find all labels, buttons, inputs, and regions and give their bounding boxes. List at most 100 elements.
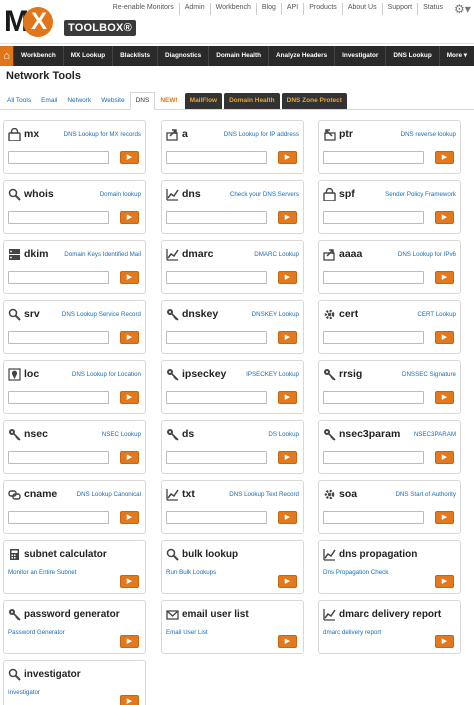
tool-name[interactable]: rrsig (339, 368, 362, 381)
tool-description-link[interactable]: DNS Start of Authority (395, 490, 456, 499)
go-button[interactable]: ▶ (278, 391, 297, 404)
go-button[interactable]: ▶ (435, 511, 454, 524)
top-link-re-enable-monitors[interactable]: Re-enable Monitors (108, 3, 179, 15)
top-link-status[interactable]: Status (417, 3, 448, 15)
dns-input[interactable] (166, 211, 267, 224)
tool-name[interactable]: txt (182, 488, 195, 501)
go-button[interactable]: ▶ (120, 575, 139, 588)
tool-name[interactable]: dnskey (182, 308, 218, 321)
go-button[interactable]: ▶ (435, 451, 454, 464)
go-button[interactable]: ▶ (278, 331, 297, 344)
top-link-workbench[interactable]: Workbench (209, 3, 256, 15)
go-button[interactable]: ▶ (278, 211, 297, 224)
txt-input[interactable] (166, 511, 267, 524)
tab-all-tools[interactable]: All Tools (2, 93, 36, 109)
tool-description-link[interactable]: Dns Propagation Check (323, 568, 388, 577)
go-button[interactable]: ▶ (120, 695, 139, 705)
top-link-blog[interactable]: Blog (255, 3, 281, 15)
go-button[interactable]: ▶ (278, 575, 297, 588)
tool-description-link[interactable]: DNSSEC Signature (402, 370, 456, 379)
go-button[interactable]: ▶ (120, 211, 139, 224)
tool-description-link[interactable]: DNS Lookup for Location (72, 370, 141, 379)
go-button[interactable]: ▶ (120, 151, 139, 164)
go-button[interactable]: ▶ (120, 331, 139, 344)
tool-description-link[interactable]: IPSECKEY Lookup (246, 370, 299, 379)
tool-description-link[interactable]: Investigator (8, 688, 40, 697)
tool-name[interactable]: ds (182, 428, 194, 441)
tab-dns-zone-protect[interactable]: DNS Zone Protect (281, 93, 347, 109)
top-link-admin[interactable]: Admin (178, 3, 210, 15)
tool-name[interactable]: dkim (24, 248, 49, 261)
tool-description-link[interactable]: DNS Lookup for IPv6 (398, 250, 456, 259)
tool-description-link[interactable]: Sender Policy Framework (385, 190, 456, 199)
tool-name[interactable]: whois (24, 188, 54, 201)
nav-item-diagnostics[interactable]: Diagnostics (157, 46, 208, 66)
go-button[interactable]: ▶ (435, 211, 454, 224)
tab-website[interactable]: Website (96, 93, 129, 109)
tool-description-link[interactable]: CERT Lookup (417, 310, 456, 319)
nav-item-investigator[interactable]: Investigator (334, 46, 385, 66)
tool-description-link[interactable]: Monitor an Entire Subnet (8, 568, 76, 577)
tool-description-link[interactable]: DNSKEY Lookup (252, 310, 299, 319)
tool-description-link[interactable]: DNS Lookup Service Record (62, 310, 141, 319)
tool-name[interactable]: nsec (24, 428, 48, 441)
go-button[interactable]: ▶ (435, 575, 454, 588)
tool-description-link[interactable]: Check your DNS Servers (230, 190, 299, 199)
go-button[interactable]: ▶ (278, 635, 297, 648)
tool-description-link[interactable]: Domain Keys Identified Mail (64, 250, 141, 259)
tool-name[interactable]: cname (24, 488, 57, 501)
aaaa-input[interactable] (323, 271, 424, 284)
tool-description-link[interactable]: DNS Lookup for MX records (64, 130, 141, 139)
tool-name[interactable]: dmarc (182, 248, 214, 261)
tool-description-link[interactable]: Password Generator (8, 628, 65, 637)
go-button[interactable]: ▶ (435, 271, 454, 284)
tool-description-link[interactable]: DNS Lookup for IP address (224, 130, 299, 139)
nav-item-domain-health[interactable]: Domain Health (208, 46, 268, 66)
go-button[interactable]: ▶ (120, 391, 139, 404)
cname-input[interactable] (8, 511, 109, 524)
tool-name[interactable]: email user list (182, 608, 249, 621)
nav-item-analyze-headers[interactable]: Analyze Headers (268, 46, 334, 66)
nav-item-blacklists[interactable]: Blacklists (112, 46, 157, 66)
spf-input[interactable] (323, 211, 424, 224)
tool-description-link[interactable]: DNS reverse lookup (401, 130, 456, 139)
tool-name[interactable]: dns propagation (339, 548, 417, 561)
top-link-about-us[interactable]: About Us (341, 3, 382, 15)
dkim-input[interactable] (8, 271, 109, 284)
gear-icon[interactable]: ⚙▾ (454, 2, 471, 16)
tool-description-link[interactable]: DMARC Lookup (254, 250, 299, 259)
tool-name[interactable]: loc (24, 368, 39, 381)
tool-name[interactable]: ipseckey (182, 368, 226, 381)
nsec-input[interactable] (8, 451, 109, 464)
tab-dns[interactable]: DNS (129, 92, 156, 110)
top-link-api[interactable]: API (280, 3, 303, 15)
nav-item-more[interactable]: More ▾ (438, 46, 474, 66)
nav-item-dns-lookup[interactable]: DNS Lookup (385, 46, 438, 66)
top-link-support[interactable]: Support (381, 3, 418, 15)
loc-input[interactable] (8, 391, 109, 404)
tool-name[interactable]: ptr (339, 128, 353, 141)
tool-description-link[interactable]: NSEC Lookup (102, 430, 141, 439)
ptr-input[interactable] (323, 151, 424, 164)
ipseckey-input[interactable] (166, 391, 267, 404)
top-link-products[interactable]: Products (303, 3, 342, 15)
tool-description-link[interactable]: dmarc delivery report (323, 628, 381, 637)
go-button[interactable]: ▶ (435, 391, 454, 404)
ds-input[interactable] (166, 451, 267, 464)
mx-input[interactable] (8, 151, 109, 164)
tool-description-link[interactable]: NSEC3PARAM (414, 430, 456, 439)
tool-name[interactable]: soa (339, 488, 357, 501)
tool-name[interactable]: a (182, 128, 188, 141)
go-button[interactable]: ▶ (435, 151, 454, 164)
tool-description-link[interactable]: DNS Lookup Text Record (229, 490, 299, 499)
tool-name[interactable]: dns (182, 188, 201, 201)
tool-name[interactable]: aaaa (339, 248, 362, 261)
tool-description-link[interactable]: DNS Lookup Canonical (77, 490, 141, 499)
tool-name[interactable]: nsec3param (339, 428, 400, 441)
whois-input[interactable] (8, 211, 109, 224)
nav-item-mx-lookup[interactable]: MX Lookup (62, 46, 112, 66)
a-input[interactable] (166, 151, 267, 164)
go-button[interactable]: ▶ (120, 635, 139, 648)
tool-name[interactable]: srv (24, 308, 40, 321)
tool-name[interactable]: bulk lookup (182, 548, 238, 561)
